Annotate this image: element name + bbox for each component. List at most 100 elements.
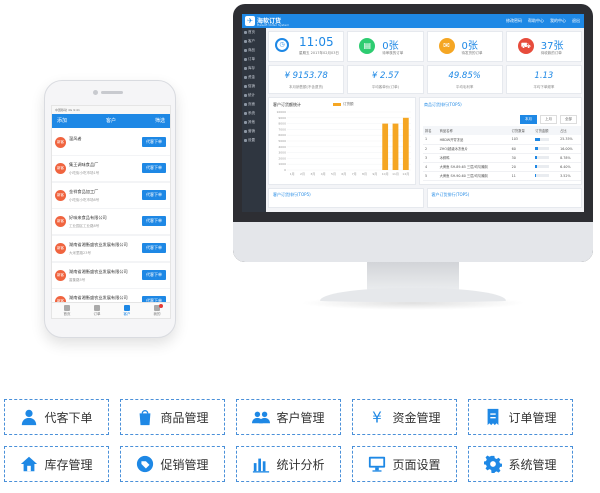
valet-order-button[interactable]: 代客下单: [142, 216, 166, 227]
cell-pct: 16.00%: [558, 144, 581, 154]
topnav-my-center[interactable]: 我的中心: [550, 18, 566, 24]
sidebar-item[interactable]: 其他: [242, 118, 266, 127]
filter-button[interactable]: 筛选: [155, 114, 165, 128]
sidebar-item[interactable]: 统计: [242, 91, 266, 100]
topnav-logout[interactable]: 退出: [572, 18, 580, 24]
customer-item[interactable]: 新客 湖南省湘衡盛农业发展有限公司 大米里路23号 代客下单: [52, 235, 170, 261]
home-icon: [64, 305, 70, 311]
filter-all[interactable]: 全部: [560, 115, 577, 124]
tab-label: 订单: [93, 312, 101, 316]
customer-tag: 新客: [55, 189, 66, 201]
valet-order-button[interactable]: 代客下单: [142, 189, 166, 200]
col-qty: 订货数量: [509, 126, 534, 135]
y-tick-label: 1000: [278, 162, 286, 166]
y-tick-label: 8000: [278, 122, 286, 126]
customer-tag: 新客: [55, 216, 66, 228]
y-tick-label: 2000: [278, 156, 286, 160]
feature-label: 资金管理: [392, 410, 441, 425]
sidebar-item[interactable]: 资金: [242, 73, 266, 82]
sidebar-item[interactable]: 页面: [242, 100, 266, 109]
feature-order-mgmt[interactable]: 订单管理: [468, 399, 573, 435]
feature-product-mgmt[interactable]: 商品管理: [120, 399, 225, 435]
sidebar-item[interactable]: 首页: [242, 28, 266, 37]
cell-qty: 20: [509, 162, 534, 172]
sidebar-item[interactable]: 客户: [242, 37, 266, 46]
kpi-value: 0张: [461, 41, 478, 52]
cell-amount: [533, 162, 559, 172]
truck-icon: ⛟: [517, 38, 534, 54]
top-nav: 修改密码 帮助中心 我的中心 退出: [506, 18, 580, 24]
feature-label: 客户管理: [276, 410, 325, 425]
phone-tabbar: 首页 订单 客户 我的: [52, 302, 170, 318]
tab-orders[interactable]: 订单: [82, 303, 112, 318]
kpi-pending-review[interactable]: ▤ 0张 待审核的订单: [347, 31, 424, 62]
customer-address: 工业园区工业路8号: [69, 224, 100, 229]
topnav-change-password[interactable]: 修改密码: [506, 18, 522, 24]
customer-item[interactable]: 新客 集王调味食品厂 小吃街小吃市场1号 代客下单: [52, 156, 170, 182]
feature-label: 促销管理: [160, 457, 209, 472]
cell-rank: 2: [423, 144, 438, 154]
kpi-pending-ship[interactable]: ✉ 0张 待发货的订单: [426, 31, 503, 62]
sidebar-item[interactable]: 促销: [242, 82, 266, 91]
customer-item[interactable]: 新客 温风者 代客下单: [52, 129, 170, 155]
x-tick-label: 10月: [382, 172, 389, 176]
document-icon: ▤: [359, 38, 376, 54]
legend-swatch: [333, 102, 341, 106]
tab-home[interactable]: 首页: [52, 303, 82, 318]
customer-list: 新客 温风者 代客下单 新客 集王调味食品厂 小吃街小吃市场1号 代客下单 新客 金祥食品加工厂…: [52, 129, 170, 315]
sidebar-item[interactable]: 订单: [242, 55, 266, 64]
kpi-pending-payment[interactable]: ⛟ 37张 待收款的订单: [505, 31, 582, 62]
feature-statistics[interactable]: 统计分析: [236, 446, 341, 482]
tab-customers[interactable]: 客户: [112, 303, 142, 318]
cell-amount: [533, 171, 559, 181]
chart-bar: [382, 123, 389, 170]
x-tick-label: 3月: [310, 172, 315, 176]
table-row: 1 HBDW开胃冻品 103 25.35%: [423, 135, 581, 145]
amount-bar: [535, 156, 550, 159]
feature-customer-mgmt[interactable]: 客户管理: [236, 399, 341, 435]
cell-rank: 3: [423, 153, 438, 163]
sidebar-item[interactable]: 商品: [242, 46, 266, 55]
stat-label: 平均毛利率: [455, 85, 474, 89]
valet-order-button[interactable]: 代客下单: [142, 242, 166, 253]
stat-card: ¥ 2.57 平均客单价(订单): [347, 65, 424, 94]
customer-address: 大米里路23号: [69, 250, 91, 255]
tab-label: 首页: [63, 312, 71, 316]
topnav-help[interactable]: 帮助中心: [528, 18, 544, 24]
customer-name: 好味来食品有限公司: [69, 215, 107, 221]
gear-icon: [484, 455, 503, 473]
filter-this-month[interactable]: 本月: [520, 115, 537, 124]
chart-legend: 订货额: [333, 102, 354, 107]
valet-order-button[interactable]: 代客下单: [142, 163, 166, 174]
sidebar-item[interactable]: 库存: [242, 64, 266, 73]
cell-pct: 3.52%: [558, 171, 581, 181]
feature-promotion-mgmt[interactable]: 促销管理: [120, 446, 225, 482]
kpi-label: 星期五 2017年02月03日: [299, 51, 339, 55]
ranking-table: 排名 商品名称 订货数量 订货金额 占比 1 HBDW开胃冻品 103 25.35% 2…: [423, 126, 581, 181]
tab-mine[interactable]: 我的: [142, 303, 170, 318]
valet-order-button[interactable]: 代客下单: [142, 269, 166, 280]
table-row: 3 冰鲜鸭 30 8.78%: [423, 153, 581, 163]
valet-order-button[interactable]: 代客下单: [142, 136, 166, 147]
customer-item[interactable]: 新客 金祥食品加工厂 小吃街小吃市场8号 代客下单: [52, 182, 170, 208]
sidebar-item[interactable]: 营销: [242, 127, 266, 136]
feature-system-mgmt[interactable]: 系统管理: [468, 446, 573, 482]
cell-qty: 103: [509, 135, 534, 145]
customer-item[interactable]: 新客 好味来食品有限公司 工业园区工业路8号 代客下单: [52, 209, 170, 235]
kpi-label: 待收款的订单: [540, 51, 562, 55]
chart-panel: 客户订货额统计 订货额 10000 9000 8000 7000 6000 5000 400…: [268, 97, 416, 185]
feature-page-settings[interactable]: 页面设置: [352, 446, 457, 482]
x-tick-label: 2月: [300, 172, 305, 176]
sidebar-item[interactable]: 系统: [242, 109, 266, 118]
sidebar-item[interactable]: 设置: [242, 136, 266, 145]
chart-bar: [392, 123, 399, 170]
feature-label: 页面设置: [392, 457, 441, 472]
feature-fund-mgmt[interactable]: ¥ 资金管理: [352, 399, 457, 435]
feature-label: 系统管理: [508, 457, 557, 472]
stat-value: ¥ 9153.78: [284, 71, 328, 81]
feature-inventory-mgmt[interactable]: 库存管理: [4, 446, 109, 482]
feature-valet-order[interactable]: 代客下单: [4, 399, 109, 435]
feature-label: 库存管理: [44, 457, 93, 472]
customer-item[interactable]: 新客 湖南省湘衡盛农业发展有限公司 香集路5号 代客下单: [52, 262, 170, 288]
filter-last-month[interactable]: 上月: [540, 115, 557, 124]
